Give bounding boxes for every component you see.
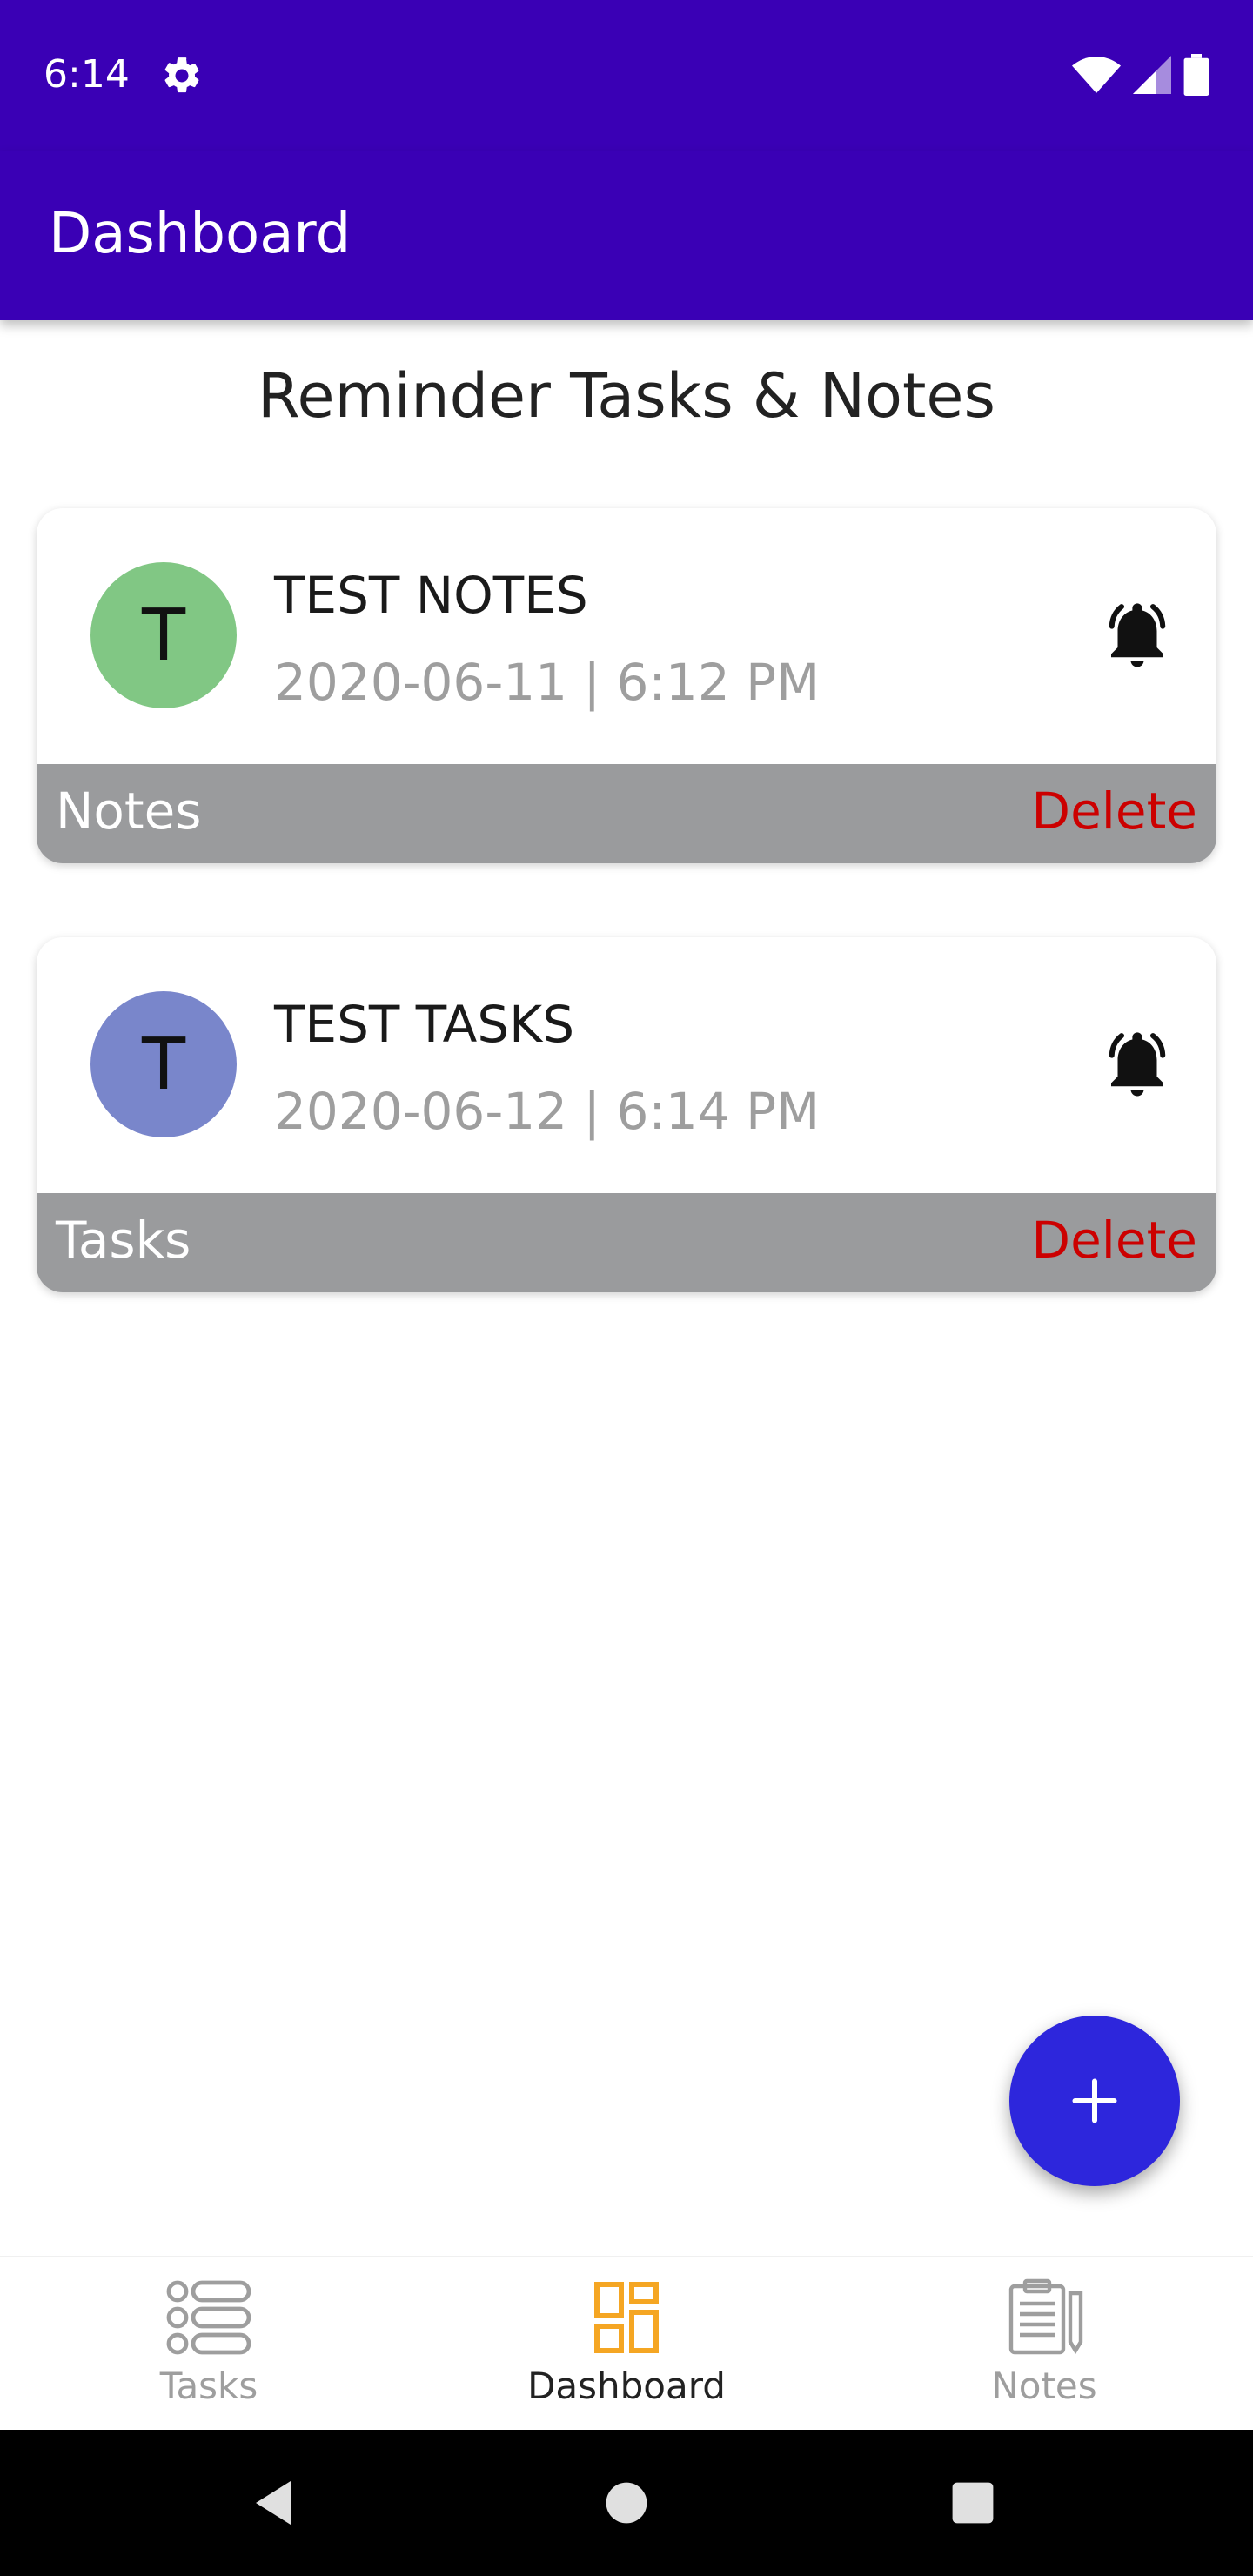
card-type-label: Notes [56,782,202,841]
back-icon[interactable] [251,2477,296,2529]
battery-icon [1183,54,1209,96]
dashboard-icon [594,2282,659,2353]
nav-item-notes[interactable]: Notes [835,2257,1253,2432]
plus-icon [1072,2078,1117,2123]
notes-icon [1008,2278,1083,2355]
card-type-label: Tasks [56,1211,191,1270]
reminder-card[interactable]: T TEST NOTES 2020-06-11 | 6:12 PM Notes … [37,508,1216,863]
settings-icon [164,57,199,93]
nav-label-notes: Notes [991,2365,1097,2407]
wifi-icon [1072,57,1121,93]
delete-button[interactable]: Delete [1031,1205,1197,1275]
app-title: Dashboard [49,202,352,266]
section-title: Reminder Tasks & Notes [258,360,995,432]
avatar: T [90,562,237,708]
card-title: TEST TASKS [274,995,575,1054]
list-icon [166,2280,251,2355]
bell-ring-icon[interactable] [1098,1024,1176,1103]
app-bar: Dashboard [0,151,1253,320]
bell-ring-icon[interactable] [1098,595,1176,674]
card-footer: Notes Delete [37,764,1216,863]
reminder-card[interactable]: T TEST TASKS 2020-06-12 | 6:14 PM Tasks … [37,937,1216,1292]
card-footer: Tasks Delete [37,1193,1216,1292]
nav-item-dashboard[interactable]: Dashboard [418,2257,835,2432]
status-bar: 6:14 [0,0,1253,151]
card-date: 2020-06-12 | 6:14 PM [274,1082,821,1141]
card-title: TEST NOTES [274,566,588,625]
nav-item-tasks[interactable]: Tasks [0,2257,418,2432]
status-icons [1072,52,1209,97]
recents-icon[interactable] [950,2480,995,2526]
signal-icon [1133,56,1171,94]
system-nav-bar [0,2430,1253,2576]
card-date: 2020-06-11 | 6:12 PM [274,653,821,712]
status-time: 6:14 [44,52,130,97]
delete-button[interactable]: Delete [1031,776,1197,846]
nav-label-tasks: Tasks [159,2365,258,2407]
avatar: T [90,991,237,1137]
home-icon[interactable] [604,2480,649,2526]
bottom-nav: Tasks Dashboard Notes [0,2256,1253,2432]
add-fab-button[interactable] [1009,2016,1180,2186]
nav-label-dashboard: Dashboard [527,2365,726,2407]
